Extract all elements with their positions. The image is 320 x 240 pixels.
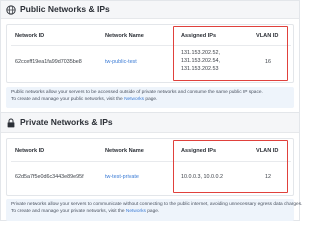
public-networks-info: Public networks allow your servers to be… [6,87,294,108]
col-network-id: Network ID [15,148,45,154]
private-network-id: 62d5a7f5e0d6c3443e89e95f [15,174,84,180]
col-network-name: Network Name [105,33,144,39]
highlight-box [173,140,288,193]
col-network-name: Network Name [105,148,144,154]
globe-icon [6,5,16,15]
public-networks-table: Network ID Network Name Assigned IPs VLA… [6,24,294,83]
public-networks-section: Public Networks & IPs Network ID Network… [1,1,299,111]
lock-icon [7,118,15,128]
highlight-box [173,26,288,81]
networks-link[interactable]: Networks [126,209,146,214]
private-info-line1: Private networks allow your servers to c… [11,202,303,207]
col-network-id: Network ID [15,33,45,39]
public-networks-title: Public Networks & IPs [20,4,110,14]
private-networks-header: Private Networks & IPs [1,113,299,133]
private-info-line2: To create and manage your private networ… [11,208,160,214]
public-networks-header: Public Networks & IPs [1,1,299,19]
private-networks-info: Private networks allow your servers to c… [6,199,303,221]
public-network-name-link[interactable]: tw-public-test [105,59,137,66]
private-networks-section: Private Networks & IPs Network ID Networ… [1,112,303,222]
networks-link[interactable]: Networks [124,97,144,102]
public-network-id: 62cceff19ea1fa99d7035be8 [15,59,82,65]
public-info-line1: Public networks allow your servers to be… [11,90,263,95]
private-network-name-link[interactable]: tw-test-private [105,174,139,181]
public-info-line2: To create and manage your public network… [11,96,158,102]
private-networks-table: Network ID Network Name Assigned IPs VLA… [6,138,294,196]
private-networks-title: Private Networks & IPs [20,117,113,127]
